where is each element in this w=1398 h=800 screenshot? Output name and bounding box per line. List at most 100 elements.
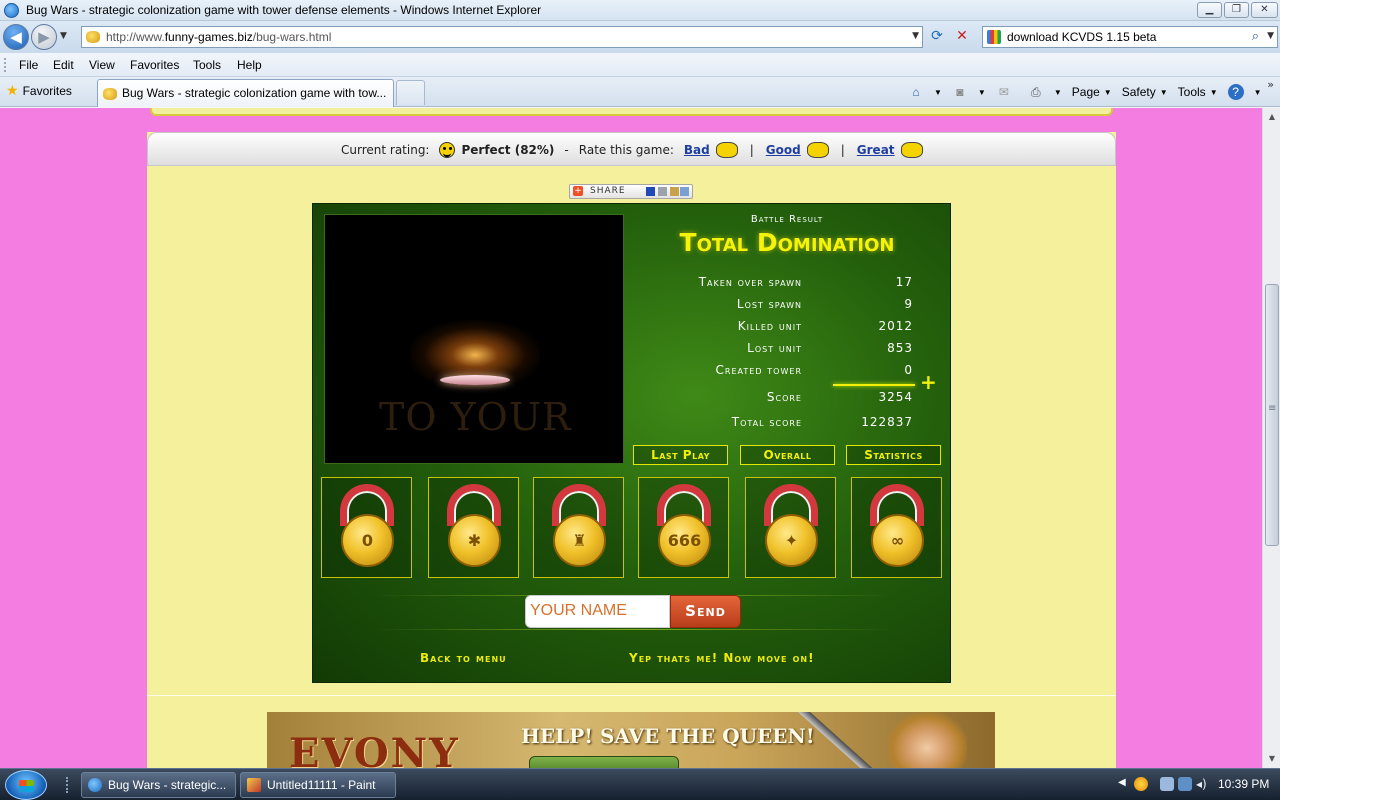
- share-service-icon: [646, 187, 655, 196]
- search-input[interactable]: download KCVDS 1.15 beta: [1007, 30, 1156, 44]
- stat-label: Score: [766, 390, 802, 404]
- share-button[interactable]: + SHARE: [569, 184, 693, 199]
- menu-file[interactable]: File: [19, 58, 38, 72]
- medal-slot[interactable]: ∞: [851, 477, 942, 578]
- medal-slot[interactable]: ✱: [428, 477, 519, 578]
- minimize-button[interactable]: ▁: [1197, 2, 1222, 18]
- network-icon[interactable]: [1178, 777, 1192, 791]
- search-box[interactable]: download KCVDS 1.15 beta ⌕ ▼: [982, 26, 1278, 48]
- current-rating-label: Current rating:: [341, 143, 430, 157]
- mail-button[interactable]: ✉: [996, 84, 1018, 100]
- favorites-label: Favorites: [22, 84, 72, 98]
- happy-face-icon: [900, 142, 923, 158]
- tray-app-icon[interactable]: [1134, 777, 1148, 791]
- clock[interactable]: 10:39 PM: [1218, 777, 1269, 791]
- page-dropdown-icon: ▼: [1103, 87, 1112, 97]
- menu-view[interactable]: View: [89, 58, 115, 72]
- medal-slot[interactable]: 0: [321, 477, 412, 578]
- forward-button[interactable]: ▶: [31, 24, 57, 50]
- stat-label: Total score: [731, 415, 802, 429]
- screen: Bug Wars - strategic colonization game w…: [0, 0, 1398, 800]
- page-menu[interactable]: Page ▼: [1072, 85, 1112, 99]
- game-canvas[interactable]: TO YOUR Battle Result Total Domination T…: [312, 203, 951, 683]
- menu-edit[interactable]: Edit: [53, 58, 74, 72]
- refresh-icon[interactable]: ⟳: [926, 27, 948, 47]
- back-to-menu-button[interactable]: Back to menu: [420, 651, 507, 665]
- help-menu[interactable]: ? ▼: [1227, 84, 1262, 100]
- search-dropdown-icon[interactable]: ▼: [1267, 31, 1274, 41]
- print-button[interactable]: ⎙ ▼: [1028, 84, 1062, 100]
- tools-menu[interactable]: Tools ▼: [1178, 85, 1218, 99]
- menu-favorites[interactable]: Favorites: [130, 58, 179, 72]
- medal-icon: 0: [341, 514, 394, 567]
- search-icon[interactable]: ⌕: [1252, 29, 1259, 44]
- stat-row: Created tower 0: [649, 363, 917, 381]
- medal-slot[interactable]: ♜: [533, 477, 624, 578]
- volume-icon[interactable]: ◂): [1196, 777, 1210, 791]
- score-slider[interactable]: [833, 384, 915, 386]
- plus-icon[interactable]: +: [920, 372, 937, 392]
- feeds-button[interactable]: ◙ ▼: [952, 84, 986, 100]
- command-bar: ⌂ ▼ ◙ ▼ ✉ ⎙ ▼ Page ▼ Safety ▼ Tools ▼ ? ▼: [908, 82, 1272, 102]
- medal-icon: ✱: [448, 514, 501, 567]
- medal-slot[interactable]: 666: [638, 477, 729, 578]
- medal-slot[interactable]: ✦: [745, 477, 836, 578]
- tray-expand-icon[interactable]: ◀: [1118, 777, 1132, 791]
- ad-brand: EVONY: [289, 730, 460, 768]
- new-tab-button[interactable]: [396, 80, 425, 105]
- divider: [147, 695, 1116, 696]
- window-title: Bug Wars - strategic colonization game w…: [26, 3, 542, 17]
- ie-icon: [88, 778, 102, 792]
- address-dropdown-icon[interactable]: ▼: [912, 31, 919, 41]
- rating-row: Current rating: Perfect (82%) - Rate thi…: [341, 142, 923, 158]
- back-button[interactable]: ◀: [3, 24, 29, 50]
- vertical-scrollbar[interactable]: ▲ ▼: [1262, 108, 1280, 768]
- tab-bug-wars[interactable]: Bug Wars - strategic colonization game w…: [97, 79, 394, 107]
- tray-app-icon[interactable]: [1160, 777, 1174, 791]
- address-url[interactable]: http://www.funny-games.biz/bug-wars.html: [106, 30, 331, 44]
- url-path: /bug-wars.html: [252, 30, 332, 44]
- move-on-button[interactable]: Yep thats me! Now move on!: [629, 651, 815, 665]
- feeds-dropdown-icon: ▼: [977, 87, 986, 97]
- divider: [373, 629, 893, 630]
- system-tray: ◀ ◂) 10:39 PM: [1116, 769, 1280, 800]
- ad-banner[interactable]: EVONY HELP! SAVE THE QUEEN!: [267, 712, 995, 768]
- toolbar-overflow-icon[interactable]: »: [1267, 78, 1274, 91]
- statistics-button[interactable]: Statistics: [846, 445, 941, 465]
- menu-tools[interactable]: Tools: [193, 58, 221, 72]
- send-button[interactable]: Send: [670, 595, 741, 628]
- stat-label: Lost unit: [747, 341, 802, 355]
- favorites-star-icon: ★: [6, 82, 19, 98]
- ad-play-button[interactable]: [529, 756, 679, 768]
- rate-great-link[interactable]: Great: [857, 143, 895, 157]
- safety-menu[interactable]: Safety ▼: [1122, 85, 1168, 99]
- stat-row: Total score 122837: [649, 415, 917, 433]
- last-play-button[interactable]: Last Play: [633, 445, 728, 465]
- address-bar[interactable]: http://www.funny-games.biz/bug-wars.html…: [81, 26, 923, 48]
- name-input[interactable]: YOUR NAME: [525, 595, 670, 628]
- taskbar-item-paint[interactable]: Untitled11111 - Paint: [240, 772, 396, 798]
- start-button[interactable]: [5, 770, 47, 800]
- rating-bar: Current rating: Perfect (82%) - Rate thi…: [147, 132, 1116, 166]
- home-icon: ⌂: [912, 85, 920, 99]
- tools-label: Tools: [1177, 85, 1206, 99]
- rate-bad-link[interactable]: Bad: [684, 143, 710, 157]
- home-button[interactable]: ⌂ ▼: [908, 84, 942, 100]
- favorites-button[interactable]: ★ Favorites: [6, 82, 72, 99]
- queen-image: [887, 712, 967, 768]
- mail-icon: ✉: [998, 85, 1009, 99]
- history-dropdown-icon[interactable]: ▼: [60, 31, 67, 41]
- help-dropdown-icon: ▼: [1253, 87, 1262, 97]
- medal-icon: 666: [658, 514, 711, 567]
- overall-button[interactable]: Overall: [740, 445, 835, 465]
- close-button[interactable]: ✕: [1251, 2, 1278, 18]
- menu-help[interactable]: Help: [237, 58, 262, 72]
- scroll-up-icon[interactable]: ▲: [1265, 110, 1279, 124]
- rate-good-link[interactable]: Good: [766, 143, 801, 157]
- taskbar-item-ie[interactable]: Bug Wars - strategic...: [81, 772, 236, 798]
- scroll-down-icon[interactable]: ▼: [1265, 752, 1279, 766]
- maximize-button[interactable]: ❐: [1224, 2, 1249, 18]
- scroll-thumb[interactable]: [1265, 284, 1279, 546]
- stop-icon[interactable]: ✕: [951, 27, 973, 47]
- cool-face-icon: [806, 142, 829, 158]
